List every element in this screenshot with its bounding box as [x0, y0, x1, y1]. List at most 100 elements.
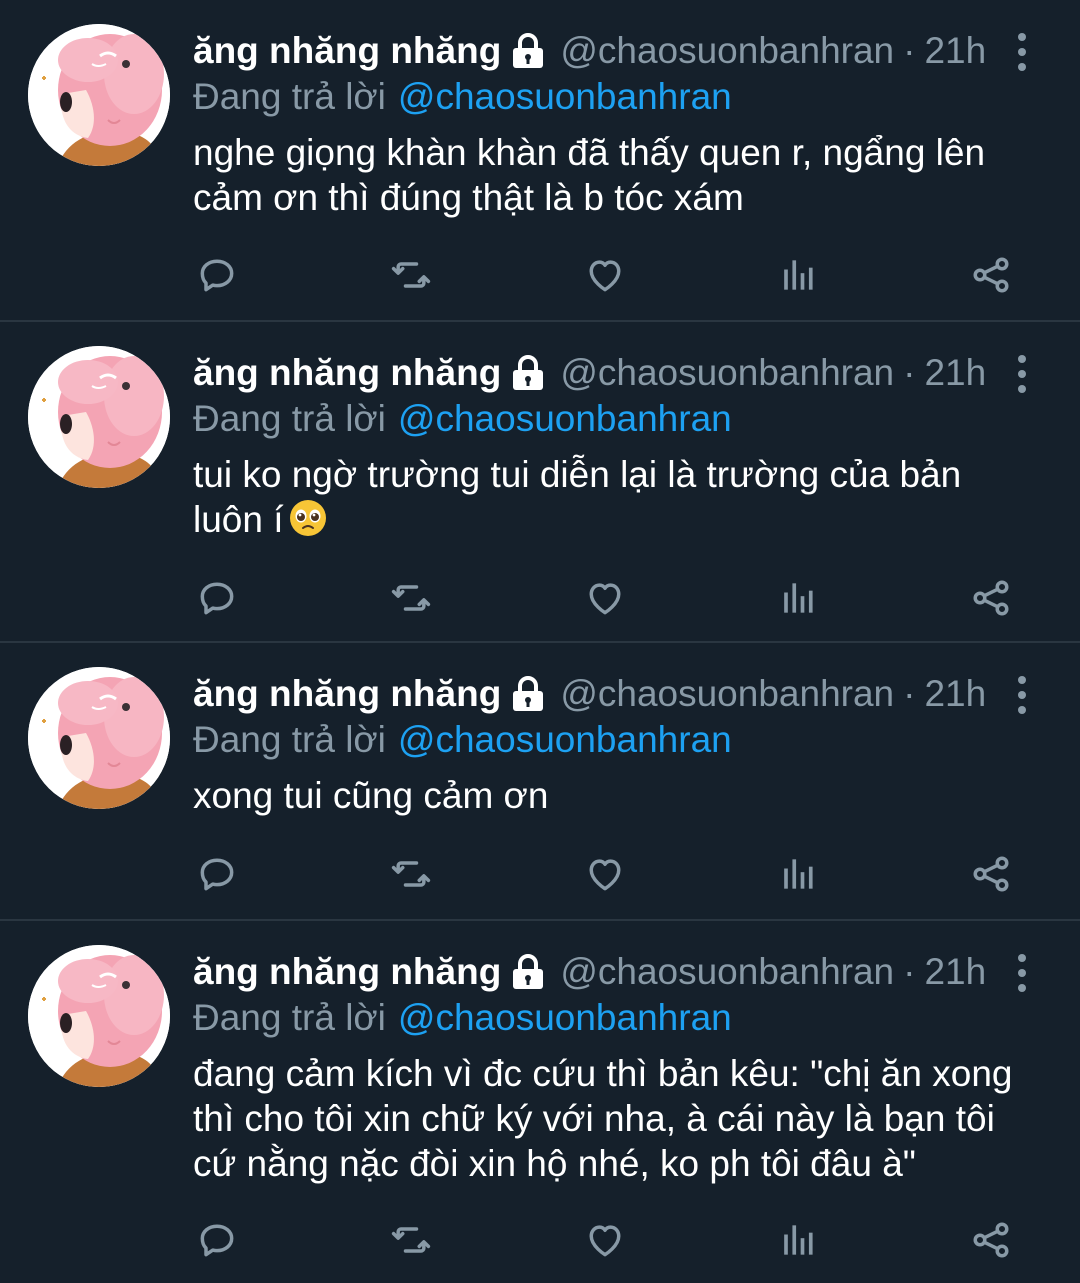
- separator: ·: [903, 352, 916, 393]
- lock-icon: [510, 952, 546, 992]
- reply-icon: [195, 1218, 239, 1267]
- tweet-header: ăng nhăng nhăng @chaosuonbanhran · 21h: [193, 349, 986, 397]
- more-options-icon[interactable]: [1008, 673, 1036, 717]
- tweet-text: nghe giọng khàn khàn đã thấy quen r, ngẩ…: [193, 130, 1053, 220]
- display-name[interactable]: ăng nhăng nhăng: [193, 951, 501, 993]
- more-options-icon[interactable]: [1008, 30, 1036, 74]
- display-name[interactable]: ăng nhăng nhăng: [193, 673, 501, 715]
- reply-button[interactable]: [192, 252, 242, 302]
- analytics-icon: [775, 852, 819, 901]
- like-button[interactable]: [580, 575, 630, 625]
- tweet-text: tui ko ngờ trường tui diễn lại là trường…: [193, 452, 1053, 542]
- share-button[interactable]: [966, 575, 1016, 625]
- display-name[interactable]: ăng nhăng nhăng: [193, 352, 501, 394]
- tweet-text: xong tui cũng cảm ơn: [193, 773, 1053, 818]
- reply-icon: [195, 852, 239, 901]
- reply-prefix: Đang trả lời: [193, 997, 386, 1038]
- tweet-text-content: xong tui cũng cảm ơn: [193, 775, 549, 816]
- handle[interactable]: @chaosuonbanhran: [560, 673, 894, 715]
- like-icon: [583, 576, 627, 625]
- lock-icon: [510, 353, 546, 393]
- analytics-button[interactable]: [772, 252, 822, 302]
- like-button[interactable]: [580, 1217, 630, 1267]
- avatar[interactable]: [28, 346, 170, 488]
- tweet[interactable]: ăng nhăng nhăng @chaosuonbanhran · 21h Đ…: [0, 322, 1080, 643]
- share-button[interactable]: [966, 252, 1016, 302]
- retweet-icon: [389, 1218, 433, 1267]
- avatar[interactable]: [28, 667, 170, 809]
- like-button[interactable]: [580, 252, 630, 302]
- retweet-button[interactable]: [386, 575, 436, 625]
- like-icon: [583, 1218, 627, 1267]
- action-bar: [0, 252, 1080, 302]
- reply-mention-link[interactable]: @chaosuonbanhran: [398, 997, 732, 1039]
- tweet-text-content: nghe giọng khàn khàn đã thấy quen r, ngẩ…: [193, 132, 986, 218]
- timestamp[interactable]: 21h: [924, 352, 986, 394]
- retweet-icon: [389, 852, 433, 901]
- handle[interactable]: @chaosuonbanhran: [560, 951, 894, 993]
- like-button[interactable]: [580, 851, 630, 901]
- reply-context: Đang trả lời @chaosuonbanhran: [193, 995, 732, 1041]
- reply-button[interactable]: [192, 1217, 242, 1267]
- analytics-icon: [775, 253, 819, 302]
- tweet[interactable]: ăng nhăng nhăng @chaosuonbanhran · 21h Đ…: [0, 921, 1080, 1283]
- tweet[interactable]: ăng nhăng nhăng @chaosuonbanhran · 21h Đ…: [0, 643, 1080, 921]
- retweet-button[interactable]: [386, 252, 436, 302]
- handle[interactable]: @chaosuonbanhran: [560, 352, 894, 394]
- reply-mention-link[interactable]: @chaosuonbanhran: [398, 76, 732, 118]
- tweet[interactable]: ăng nhăng nhăng @chaosuonbanhran · 21h Đ…: [0, 0, 1080, 322]
- share-icon: [969, 1218, 1013, 1267]
- handle[interactable]: @chaosuonbanhran: [560, 30, 894, 72]
- analytics-icon: [775, 576, 819, 625]
- reply-button[interactable]: [192, 851, 242, 901]
- tweet-header: ăng nhăng nhăng @chaosuonbanhran · 21h: [193, 27, 986, 75]
- tweet-header: ăng nhăng nhăng @chaosuonbanhran · 21h: [193, 948, 986, 996]
- separator: ·: [903, 673, 916, 714]
- retweet-button[interactable]: [386, 1217, 436, 1267]
- reply-button[interactable]: [192, 575, 242, 625]
- share-button[interactable]: [966, 851, 1016, 901]
- reply-prefix: Đang trả lời: [193, 398, 386, 439]
- share-icon: [969, 253, 1013, 302]
- reply-icon: [195, 576, 239, 625]
- analytics-button[interactable]: [772, 1217, 822, 1267]
- lock-icon: [510, 31, 546, 71]
- timestamp[interactable]: 21h: [924, 951, 986, 993]
- reply-mention-link[interactable]: @chaosuonbanhran: [398, 719, 732, 761]
- separator: ·: [903, 30, 916, 71]
- reply-context: Đang trả lời @chaosuonbanhran: [193, 396, 732, 442]
- pleading-face-icon: [288, 498, 328, 538]
- action-bar: [0, 851, 1080, 901]
- like-icon: [583, 253, 627, 302]
- tweet-text: đang cảm kích vì đc cứu thì bản kêu: "ch…: [193, 1051, 1053, 1186]
- more-options-icon[interactable]: [1008, 951, 1036, 995]
- timestamp[interactable]: 21h: [924, 30, 986, 72]
- retweet-icon: [389, 253, 433, 302]
- share-button[interactable]: [966, 1217, 1016, 1267]
- analytics-icon: [775, 1218, 819, 1267]
- reply-prefix: Đang trả lời: [193, 719, 386, 760]
- like-icon: [583, 852, 627, 901]
- retweet-icon: [389, 576, 433, 625]
- more-options-icon[interactable]: [1008, 352, 1036, 396]
- tweet-header: ăng nhăng nhăng @chaosuonbanhran · 21h: [193, 670, 986, 718]
- lock-icon: [510, 674, 546, 714]
- share-icon: [969, 576, 1013, 625]
- analytics-button[interactable]: [772, 575, 822, 625]
- action-bar: [0, 1217, 1080, 1267]
- reply-prefix: Đang trả lời: [193, 76, 386, 117]
- separator: ·: [903, 951, 916, 992]
- share-icon: [969, 852, 1013, 901]
- action-bar: [0, 575, 1080, 625]
- avatar[interactable]: [28, 945, 170, 1087]
- avatar[interactable]: [28, 24, 170, 166]
- reply-context: Đang trả lời @chaosuonbanhran: [193, 717, 732, 763]
- reply-mention-link[interactable]: @chaosuonbanhran: [398, 398, 732, 440]
- tweet-text-content: đang cảm kích vì đc cứu thì bản kêu: "ch…: [193, 1053, 1013, 1184]
- analytics-button[interactable]: [772, 851, 822, 901]
- timestamp[interactable]: 21h: [924, 673, 986, 715]
- reply-context: Đang trả lời @chaosuonbanhran: [193, 74, 732, 120]
- reply-icon: [195, 253, 239, 302]
- display-name[interactable]: ăng nhăng nhăng: [193, 30, 501, 72]
- retweet-button[interactable]: [386, 851, 436, 901]
